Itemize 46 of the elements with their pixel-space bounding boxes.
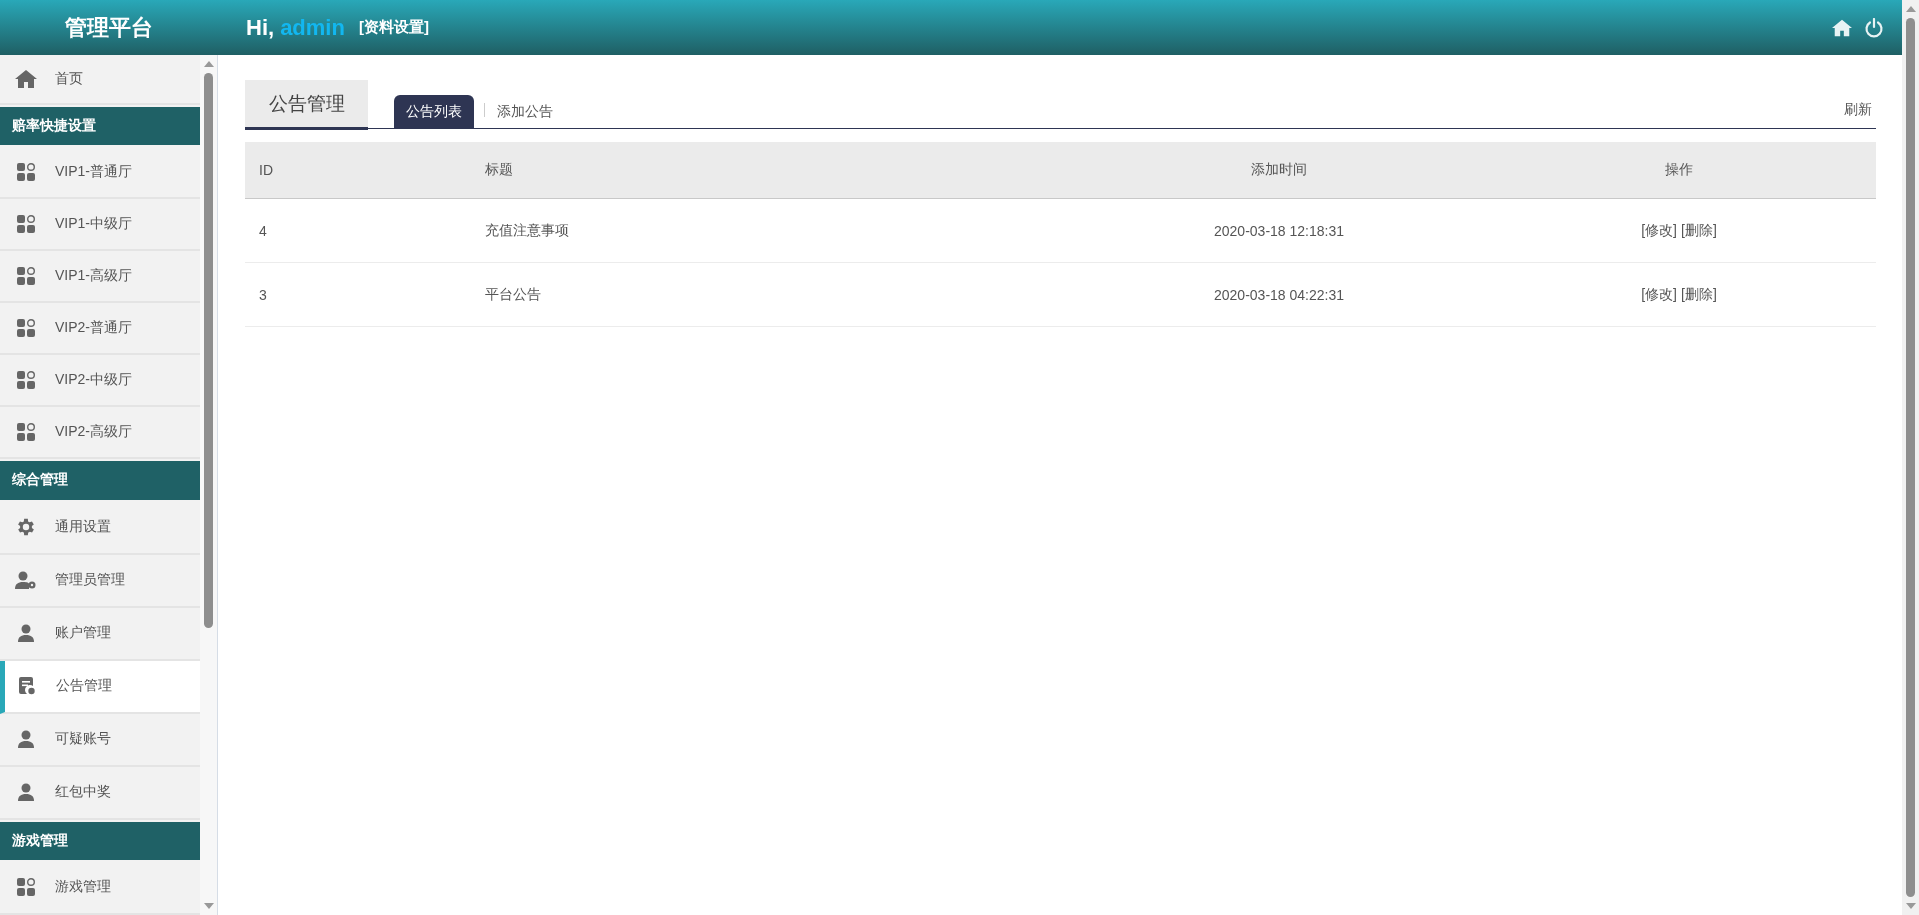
user-icon — [18, 624, 34, 643]
edit-link[interactable]: [修改] — [1641, 285, 1677, 304]
column-header: 操作 — [1664, 161, 1694, 179]
column-header: ID — [258, 162, 274, 178]
sidebar-item[interactable]: 公告管理 — [0, 660, 200, 714]
profile-settings-link[interactable]: [资料设置] — [358, 18, 429, 37]
delete-link[interactable]: [删除] — [1681, 285, 1717, 304]
blocks-icon — [17, 371, 35, 390]
table-cell-text: 3 — [258, 286, 268, 303]
blocks-icon — [17, 267, 35, 286]
blocks-icon — [17, 215, 35, 234]
brand-title: 管理平台 — [64, 13, 154, 42]
user-icon — [18, 730, 34, 749]
table-cell-text: 平台公告 — [484, 285, 542, 304]
delete-link[interactable]: [删除] — [1681, 221, 1717, 240]
page-scrollbar[interactable] — [1902, 0, 1919, 915]
tab[interactable]: 公告列表 — [394, 95, 474, 128]
edit-link[interactable]: [修改] — [1641, 221, 1677, 240]
home-icon — [15, 70, 37, 88]
power-icon[interactable] — [1864, 17, 1884, 38]
table-cell-text: 2020-03-18 04:22:31 — [1213, 286, 1345, 303]
scroll-down-arrow-icon[interactable] — [203, 903, 214, 909]
scroll-up-arrow-icon[interactable] — [203, 61, 214, 67]
scroll-down-arrow-icon[interactable] — [1905, 903, 1916, 909]
blocks-icon — [17, 423, 35, 442]
refresh-link[interactable]: 刷新 — [1844, 101, 1876, 119]
scroll-up-arrow-icon[interactable] — [1905, 6, 1916, 12]
tab[interactable]: 添加公告 — [485, 95, 565, 128]
user-gear-icon — [15, 571, 37, 590]
sidebar-section-header: 综合管理 — [0, 461, 200, 500]
blocks-icon — [17, 163, 35, 182]
sidebar-section-header: 赔率快捷设置 — [0, 107, 200, 146]
table-cell-text: 4 — [258, 222, 268, 239]
column-header: 标题 — [484, 161, 514, 179]
sidebar-scrollbar[interactable] — [200, 55, 218, 915]
sidebar-section-header: 游戏管理 — [0, 821, 200, 860]
document-icon — [19, 677, 35, 696]
table-cell-text: 充值注意事项 — [484, 221, 570, 240]
username-text: admin — [280, 14, 345, 41]
column-header: 添加时间 — [1250, 161, 1308, 179]
blocks-icon — [17, 878, 35, 897]
home-icon[interactable] — [1832, 18, 1852, 37]
table-cell-text: 2020-03-18 12:18:31 — [1213, 222, 1345, 239]
user-icon — [18, 783, 34, 802]
blocks-icon — [17, 319, 35, 338]
greeting-text: Hi, — [246, 14, 275, 41]
